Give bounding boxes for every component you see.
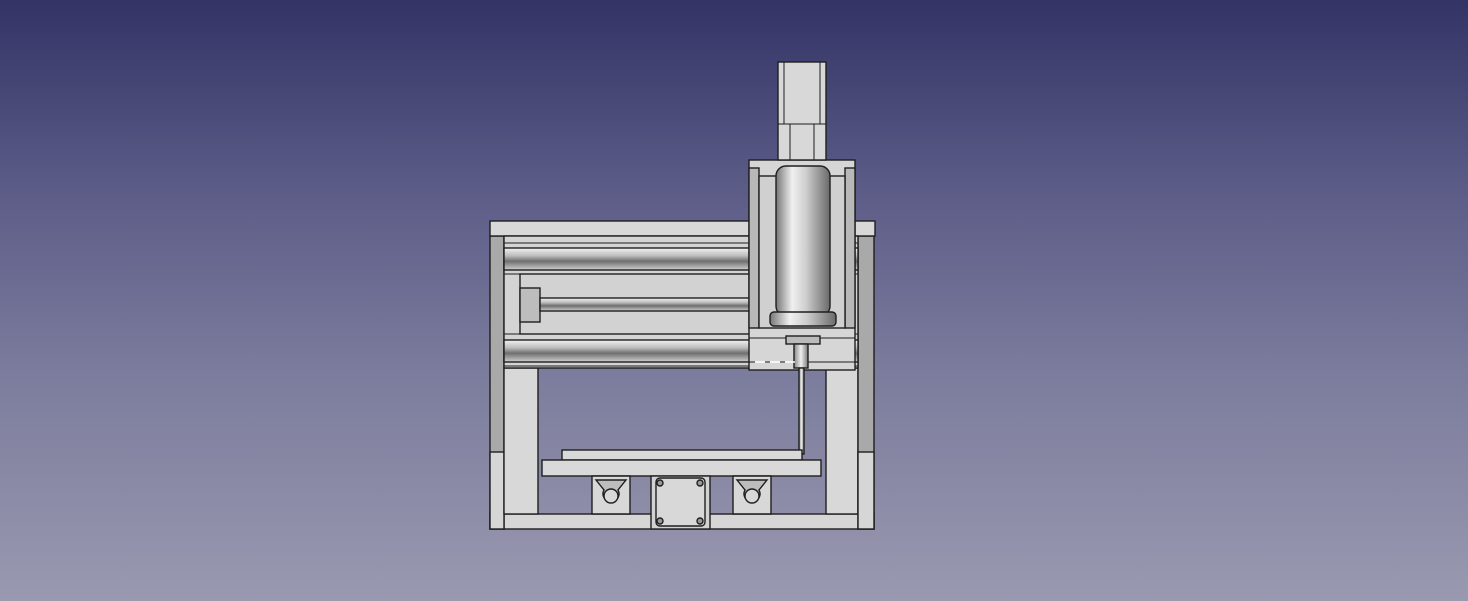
cutting-bit (798, 367, 805, 455)
lead-screw (539, 297, 751, 312)
frame-left-inner-post (503, 367, 539, 515)
z-stepper-motor (777, 61, 827, 161)
spindle-clamp (769, 311, 837, 327)
frame-left-post-foot (489, 451, 505, 530)
frame-right-inner-post (825, 367, 859, 515)
spindle-collet (793, 343, 809, 369)
3d-viewport[interactable] (0, 0, 1468, 601)
frame-right-post-foot (857, 451, 875, 530)
lead-screw-coupler (519, 287, 541, 323)
spoilboard (561, 449, 803, 461)
bed-plate (541, 459, 822, 477)
cnc-machine-model[interactable] (0, 0, 1468, 601)
spindle-motor (775, 165, 831, 317)
work-table (541, 449, 822, 477)
spindle-collet-nut (785, 335, 821, 345)
